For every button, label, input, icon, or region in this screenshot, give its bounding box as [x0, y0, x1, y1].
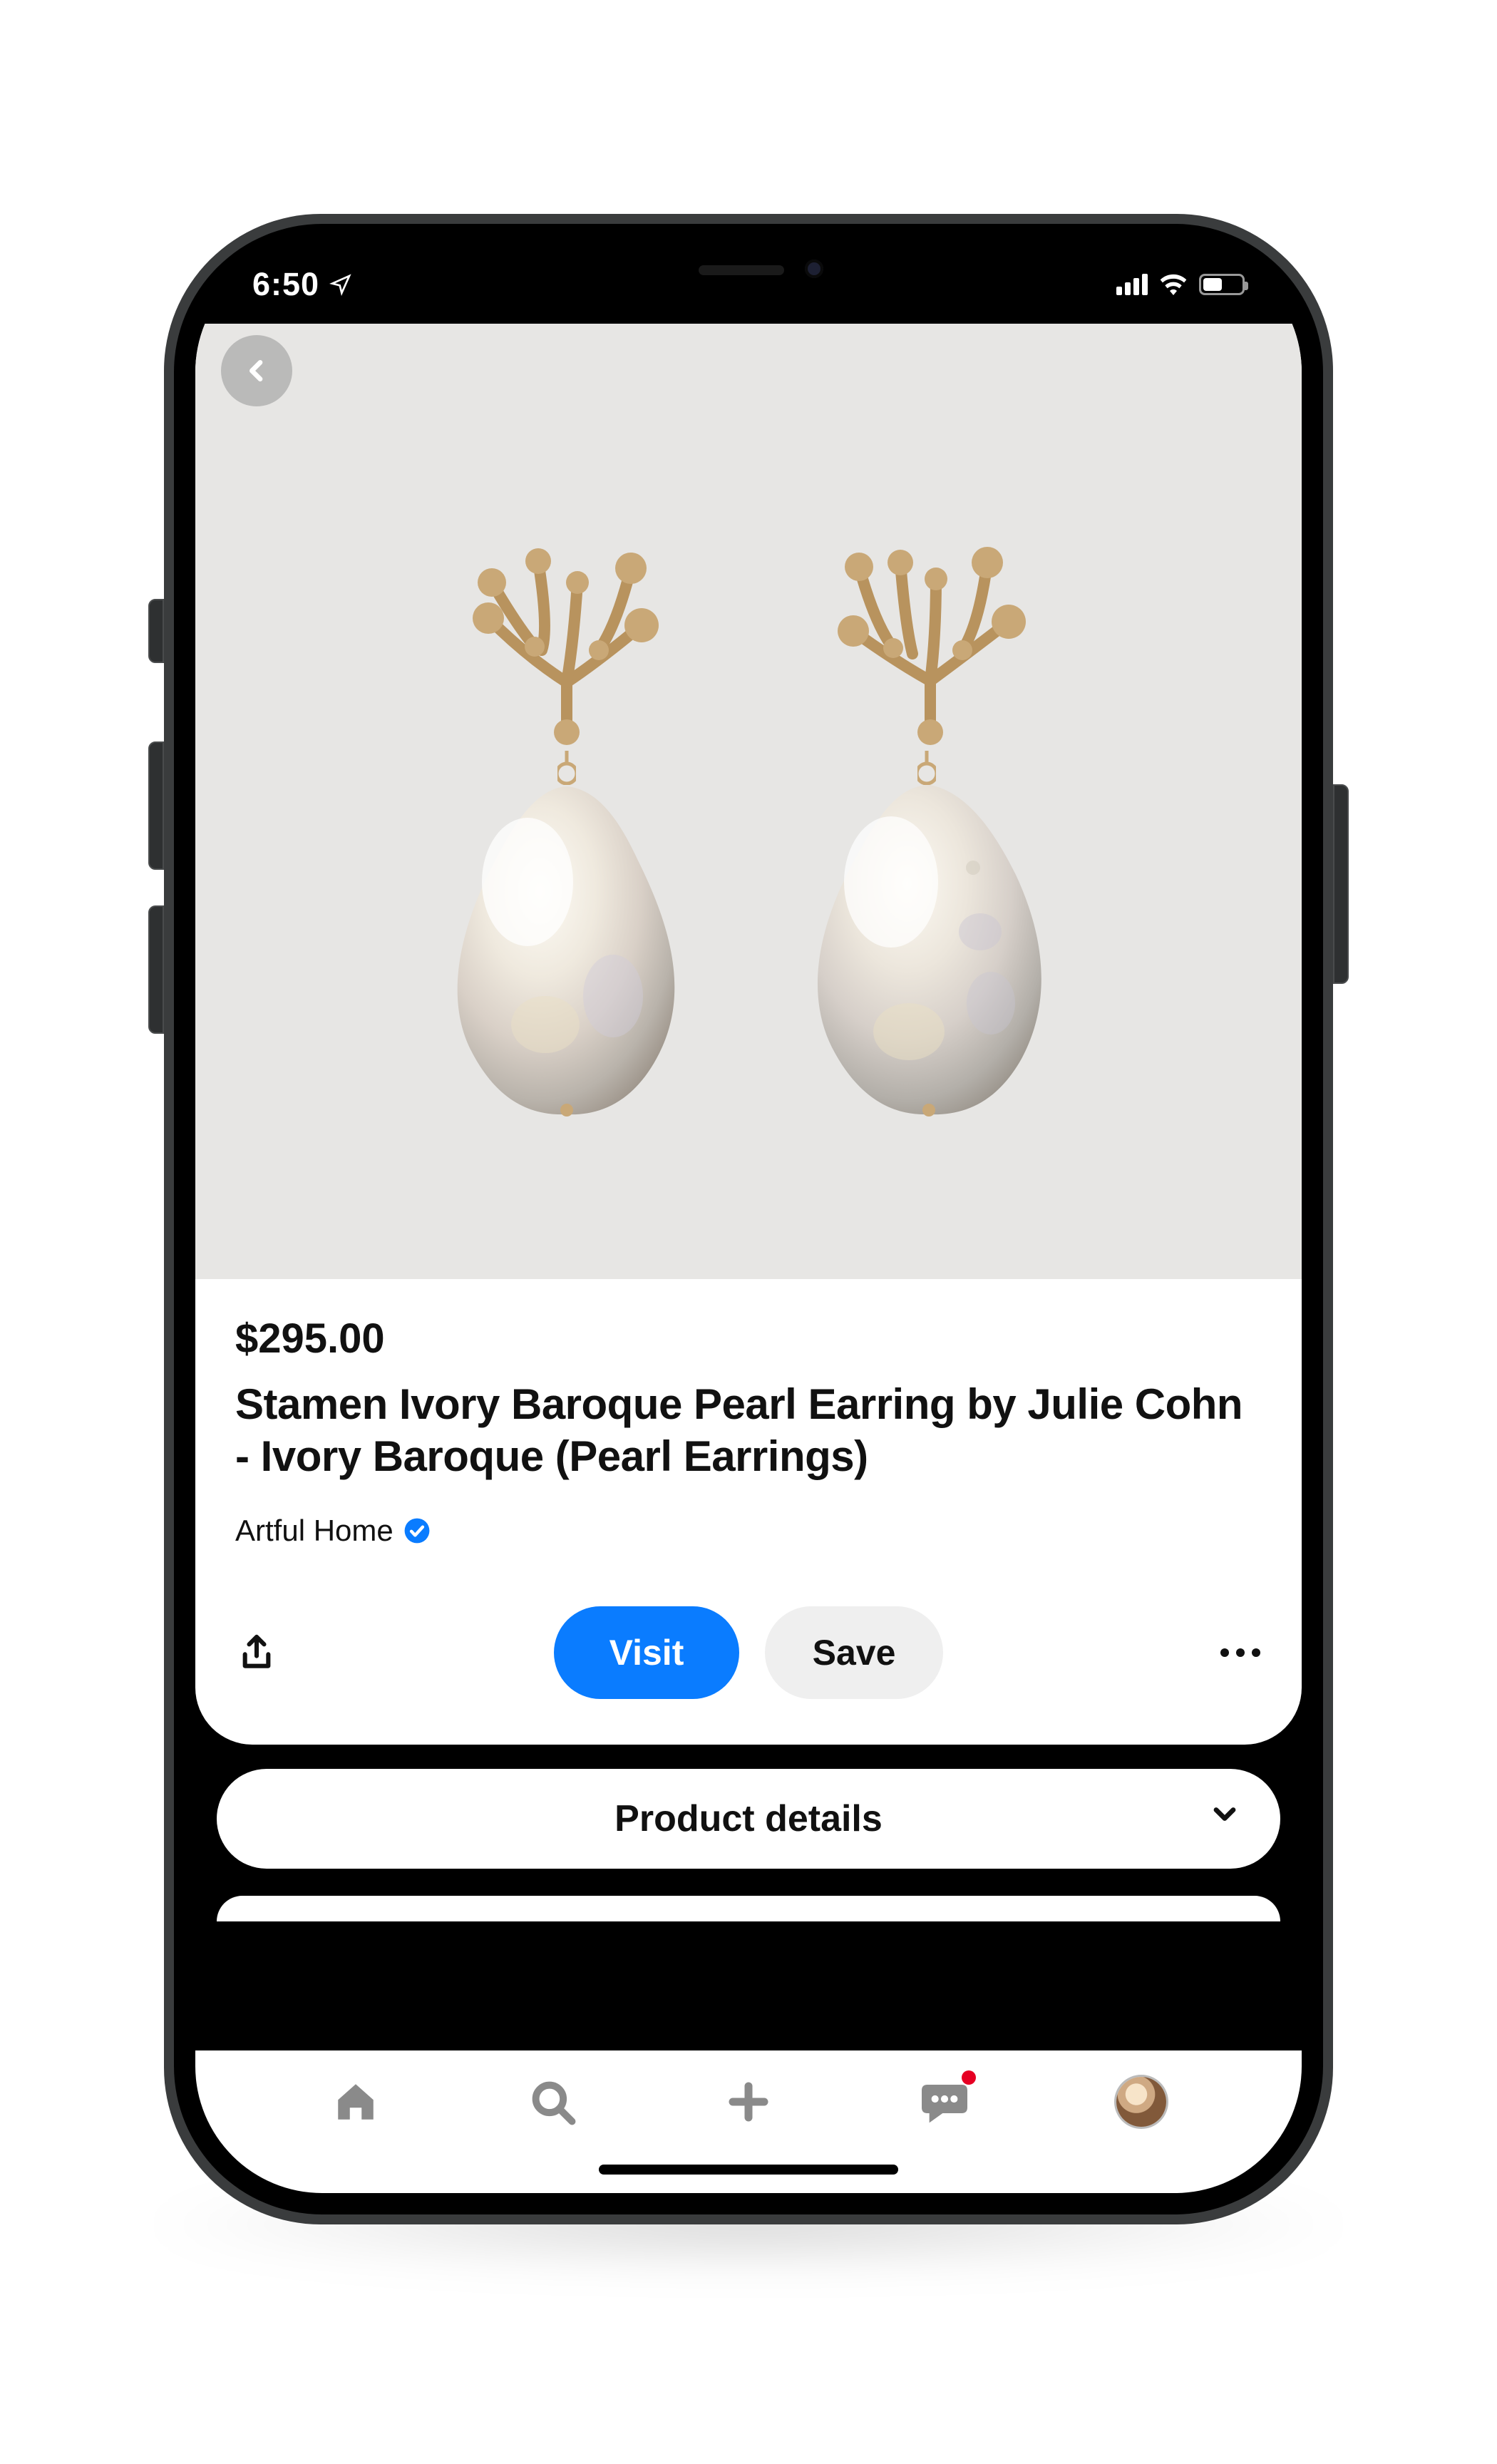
save-button[interactable]: Save: [765, 1606, 943, 1699]
volume-down-button: [148, 905, 164, 1034]
earrings-illustration: [431, 483, 1066, 1121]
home-indicator: [599, 2165, 898, 2175]
product-details-label: Product details: [614, 1797, 883, 1840]
silent-switch: [148, 599, 164, 663]
tab-home[interactable]: [320, 2073, 391, 2130]
phone-frame: 6:50: [164, 214, 1333, 2224]
more-icon: [1220, 1648, 1260, 1657]
location-icon: [329, 273, 352, 296]
device-notch: [556, 245, 941, 294]
power-button: [1333, 784, 1349, 984]
battery-icon: [1199, 274, 1245, 295]
product-image[interactable]: [195, 324, 1302, 1279]
product-title: Stamen Ivory Baroque Pearl Earring by Ju…: [235, 1378, 1262, 1482]
merchant-name: Artful Home: [235, 1514, 393, 1548]
back-button[interactable]: [221, 335, 292, 406]
tab-profile[interactable]: [1106, 2073, 1177, 2130]
action-row: Visit Save: [195, 1569, 1302, 1745]
screen: 6:50: [195, 245, 1302, 2193]
profile-avatar: [1116, 2077, 1166, 2127]
wifi-icon: [1159, 274, 1188, 295]
status-time: 6:50: [252, 266, 319, 303]
product-details-toggle[interactable]: Product details: [217, 1769, 1280, 1869]
merchant-row[interactable]: Artful Home: [235, 1514, 1262, 1548]
product-price: $295.00: [235, 1315, 1262, 1362]
more-options-button[interactable]: [1219, 1631, 1262, 1674]
visit-button[interactable]: Visit: [554, 1606, 739, 1699]
next-card-peek: [217, 1896, 1280, 1921]
share-button[interactable]: [235, 1631, 278, 1674]
cellular-icon: [1116, 274, 1148, 295]
tab-search[interactable]: [517, 2073, 588, 2130]
chevron-down-icon: [1208, 1797, 1242, 1841]
tab-notifications[interactable]: [909, 2073, 980, 2130]
volume-up-button: [148, 741, 164, 870]
notification-dot: [962, 2070, 976, 2085]
verified-badge-icon: [403, 1517, 431, 1544]
product-pin-card: $295.00 Stamen Ivory Baroque Pearl Earri…: [195, 324, 1302, 1745]
bottom-tab-bar: [195, 2050, 1302, 2193]
tab-create[interactable]: [713, 2073, 784, 2130]
